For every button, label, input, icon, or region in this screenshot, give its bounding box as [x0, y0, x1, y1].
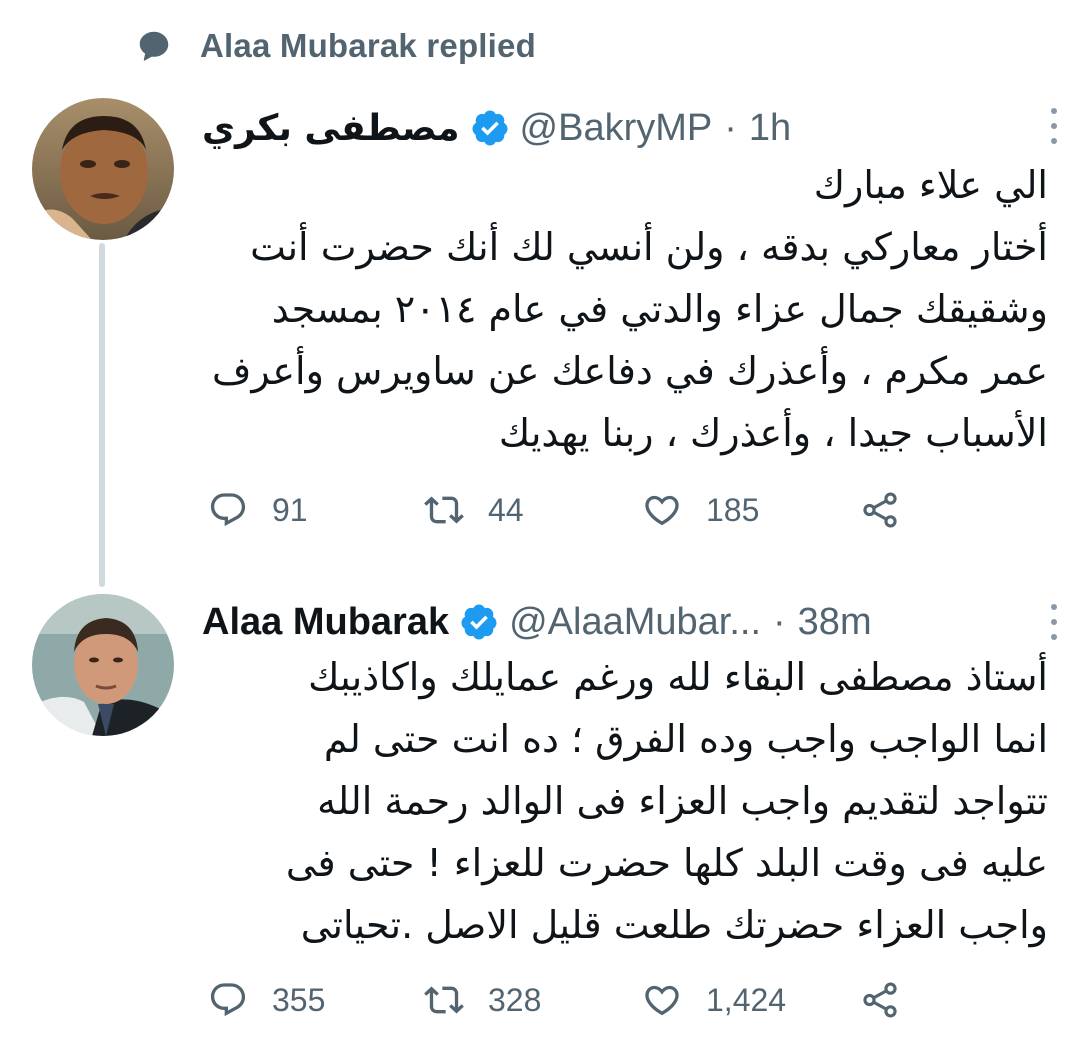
- tweet-text-line: عمر مكرم ، وأعذرك في دفاعك عن ساويرس وأع…: [212, 349, 1048, 393]
- tweet-text-line: الأسباب جيدا ، وأعذرك ، ربنا يهديك: [498, 411, 1048, 455]
- retweet-icon: [422, 978, 466, 1022]
- tweet-actions: 355 328 1,424: [202, 978, 922, 1022]
- tweet-text-line: الي علاء مبارك: [813, 163, 1048, 207]
- tweet-timestamp[interactable]: 38m: [798, 601, 872, 644]
- more-options-icon[interactable]: [1042, 106, 1066, 146]
- reply-button[interactable]: 91: [206, 488, 308, 532]
- author-display-name[interactable]: مصطفى بكري: [202, 108, 460, 149]
- like-button[interactable]: 1,424: [640, 978, 786, 1022]
- tweet-header: مصطفى بكري @BakryMP · 1h: [202, 102, 1050, 154]
- reply-icon: [206, 978, 250, 1022]
- heart-icon: [640, 978, 684, 1022]
- speech-bubble-icon: [134, 26, 174, 66]
- reply-button[interactable]: 355: [206, 978, 325, 1022]
- tweet-text-line: أستاذ مصطفى البقاء لله ورغم عمايلك واكاذ…: [308, 655, 1048, 699]
- heart-icon: [640, 488, 684, 532]
- separator-dot: ·: [724, 106, 737, 149]
- tweet-timestamp[interactable]: 1h: [749, 107, 791, 150]
- avatar[interactable]: [32, 98, 174, 240]
- avatar[interactable]: [32, 594, 174, 736]
- reply-count: 91: [272, 491, 308, 528]
- retweet-icon: [422, 488, 466, 532]
- like-button[interactable]: 185: [640, 488, 759, 532]
- thread-connector-line: [99, 243, 105, 587]
- tweet-text: أستاذ مصطفى البقاء لله ورغم عمايلك واكاذ…: [196, 646, 1048, 956]
- retweet-button[interactable]: 328: [422, 978, 541, 1022]
- tweet-text-line: انما الواجب واجب وده الفرق ؛ ده انت حتى …: [323, 717, 1048, 761]
- tweet-text: الي علاء مبارك أختار معاركي بدقه ، ولن أ…: [196, 154, 1048, 464]
- share-button[interactable]: [858, 488, 902, 532]
- retweet-button[interactable]: 44: [422, 488, 524, 532]
- reply-count: 355: [272, 981, 326, 1018]
- author-display-name[interactable]: Alaa Mubarak: [202, 601, 449, 644]
- tweet-header: Alaa Mubarak @AlaaMubar... · 38m: [202, 596, 1050, 648]
- author-handle[interactable]: @BakryMP: [520, 107, 713, 150]
- tweet-text-line: تتواجد لتقديم واجب العزاء فى الوالد رحمة…: [317, 779, 1048, 823]
- social-context[interactable]: Alaa Mubarak replied: [134, 24, 536, 68]
- separator-dot: ·: [773, 600, 786, 643]
- tweet-text-line: عليه فى وقت البلد كلها حضرت للعزاء ! حتى…: [285, 841, 1048, 885]
- tweet-actions: 91 44 185: [202, 488, 922, 532]
- retweet-count: 328: [488, 981, 542, 1018]
- like-count: 1,424: [706, 981, 787, 1018]
- share-icon: [858, 488, 902, 532]
- tweet-text-line: واجب العزاء حضرتك طلعت قليل الاصل .تحيات…: [300, 903, 1048, 947]
- retweet-count: 44: [488, 491, 524, 528]
- verified-badge-icon: [461, 604, 497, 640]
- more-options-icon[interactable]: [1042, 602, 1066, 642]
- like-count: 185: [706, 491, 760, 528]
- social-context-text: Alaa Mubarak replied: [200, 27, 536, 64]
- share-icon: [858, 978, 902, 1022]
- tweet-text-line: أختار معاركي بدقه ، ولن أنسي لك أنك حضرت…: [250, 225, 1048, 269]
- verified-badge-icon: [472, 110, 508, 146]
- share-button[interactable]: [858, 978, 902, 1022]
- reply-icon: [206, 488, 250, 532]
- author-handle[interactable]: @AlaaMubar...: [509, 601, 761, 644]
- tweet-text-line: وشقيقك جمال عزاء والدتي في عام ٢٠١٤ بمسج…: [271, 287, 1048, 331]
